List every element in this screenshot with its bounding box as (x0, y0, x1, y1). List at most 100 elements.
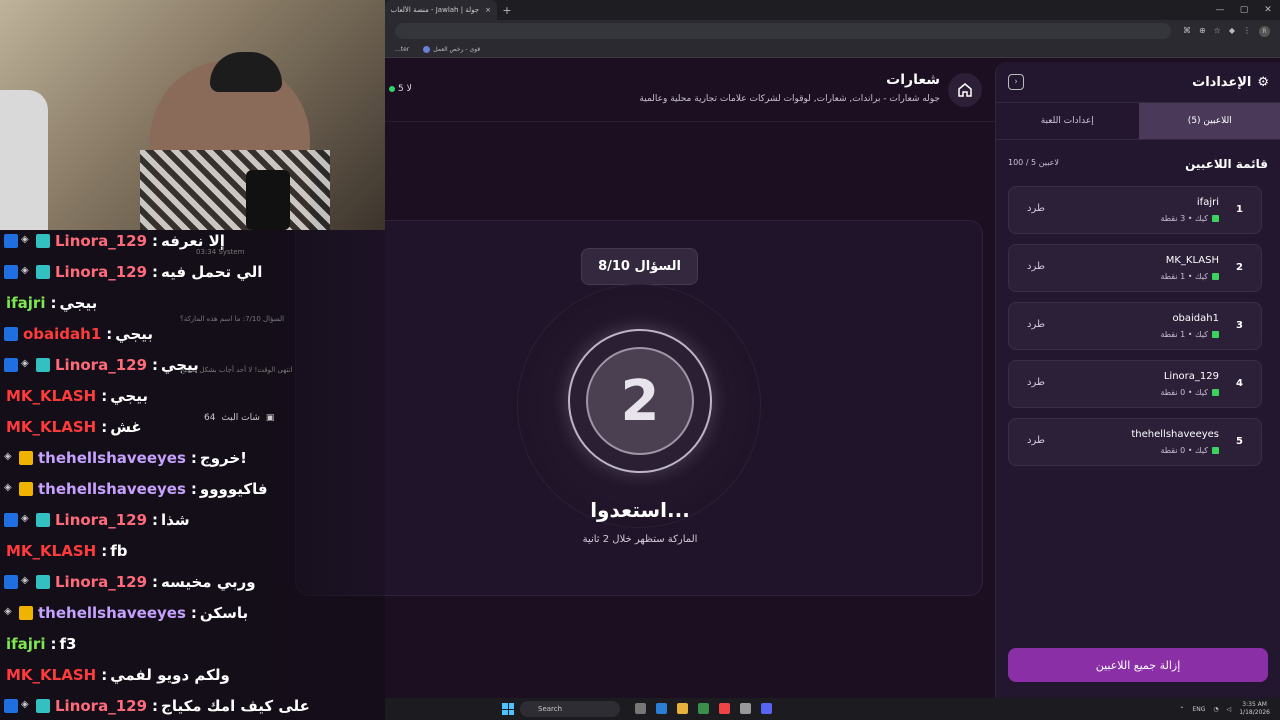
tray-chevron-icon[interactable]: ⌃ (1179, 706, 1184, 713)
kick-button[interactable]: طرد (1027, 261, 1045, 272)
chat-username[interactable]: Linora_129 (55, 356, 147, 374)
shield-badge-icon: ◈ (21, 699, 29, 710)
chat-separator: : (106, 325, 113, 343)
chat-separator: : (101, 418, 108, 436)
chat-username[interactable]: obaidah1 (23, 325, 101, 343)
chat-separator: : (152, 697, 159, 715)
player-row: 5 thehellshaveeyes كيك • 0 نقطة طرد (1008, 418, 1262, 466)
blue-badge-icon (4, 234, 18, 248)
browser-tab[interactable]: جولة | Jawlah - منصة الألعاب الت × (385, 0, 497, 20)
mod-badge-icon (36, 358, 50, 372)
discord-icon[interactable] (761, 703, 772, 714)
chat-separator: : (101, 387, 108, 405)
tab-close-icon[interactable]: × (485, 6, 491, 14)
webcam-microphone (246, 170, 290, 230)
shield-badge-icon: ◈ (21, 575, 29, 586)
chat-username[interactable]: Linora_129 (55, 697, 147, 715)
chat-message: ◈ thehellshaveeyes: فاكيوووو (4, 476, 268, 502)
taskbar-search[interactable]: Search (520, 701, 620, 717)
chat-username[interactable]: MK_KLASH (6, 666, 96, 684)
shield-badge-icon: ◈ (4, 606, 12, 617)
player-meta: كيك • 0 نقطة (1160, 388, 1219, 397)
chat-username[interactable]: Linora_129 (55, 511, 147, 529)
player-row: 3 obaidah1 كيك • 1 نقطة طرد (1008, 302, 1262, 350)
kick-button[interactable]: طرد (1027, 435, 1045, 446)
panel-tabs: إعدادات اللعبة اللاعبين (5) (996, 102, 1280, 140)
blue-badge-icon (4, 358, 18, 372)
tab-game-settings[interactable]: إعدادات اللعبة (996, 103, 1139, 139)
player-row: 2 MK_KLASH كيك • 1 نقطة طرد (1008, 244, 1262, 292)
webcam-scarf (140, 150, 330, 230)
blue-badge-icon (4, 699, 18, 713)
shield-badge-icon: ◈ (21, 513, 29, 524)
home-button[interactable] (948, 73, 982, 107)
gear-icon: ⚙ (1257, 74, 1269, 90)
countdown-number: 2 (586, 347, 694, 455)
chat-username[interactable]: thehellshaveeyes (38, 604, 186, 622)
minimize-icon[interactable]: — (1208, 5, 1232, 15)
address-input[interactable] (395, 23, 1171, 39)
chat-username[interactable]: ifajri (6, 635, 45, 653)
ready-subtext: الماركة ستظهر خلال 2 ثانية (582, 534, 698, 545)
kick-button[interactable]: طرد (1027, 203, 1045, 214)
profile-avatar[interactable]: R (1259, 25, 1270, 37)
chat-username[interactable]: MK_KLASH (6, 387, 96, 405)
close-window-icon[interactable]: ✕ (1256, 5, 1280, 15)
chat-separator: : (152, 511, 159, 529)
player-name: ifajri (1196, 197, 1219, 208)
windows-start-icon[interactable] (502, 703, 514, 715)
players-count: 100 / 5 لاعبين (1008, 158, 1059, 167)
file-explorer-icon[interactable] (677, 703, 688, 714)
tab-players[interactable]: اللاعبين (5) (1138, 103, 1280, 139)
player-name: MK_KLASH (1165, 255, 1219, 266)
chat-username[interactable]: Linora_129 (55, 263, 147, 281)
extension-icon[interactable]: ◆ (1229, 26, 1235, 37)
player-meta: كيك • 3 نقطة (1160, 214, 1219, 223)
chat-username[interactable]: Linora_129 (55, 232, 147, 250)
chat-message: MK_KLASH: غش (4, 414, 142, 440)
zoom-icon[interactable]: ⊕ (1199, 26, 1206, 37)
chat-username[interactable]: MK_KLASH (6, 418, 96, 436)
chat-message: ◈ Linora_129: إلا نعرفه (4, 228, 225, 254)
remove-all-players-button[interactable]: إزالة جميع اللاعبين (1008, 648, 1268, 682)
player-rank: 1 (1236, 204, 1243, 215)
chat-text: بيجي (115, 325, 154, 343)
kick-platform-icon (1212, 447, 1219, 454)
chat-username[interactable]: Linora_129 (55, 573, 147, 591)
translate-icon[interactable]: ⌘ (1183, 26, 1191, 37)
chat-username[interactable]: MK_KLASH (6, 542, 96, 560)
clock[interactable]: 3:35 AM 1/18/2026 (1239, 701, 1270, 717)
wifi-icon[interactable]: ◔ (1213, 706, 1218, 713)
chrome-icon[interactable] (719, 703, 730, 714)
webcam-cap (210, 52, 282, 92)
player-rank: 3 (1236, 320, 1243, 331)
chat-count-badge: 64 (204, 413, 216, 423)
chat-text: على كيف امك مكياج (161, 697, 310, 715)
kick-button[interactable]: طرد (1027, 319, 1045, 330)
chat-username[interactable]: thehellshaveeyes (38, 480, 186, 498)
collapse-panel-icon[interactable]: › (1008, 74, 1024, 90)
bookmark-item[interactable]: ...ter (395, 46, 409, 53)
player-name: thehellshaveeyes (1131, 429, 1219, 440)
kick-button[interactable]: طرد (1027, 377, 1045, 388)
chat-username[interactable]: ifajri (6, 294, 45, 312)
volume-icon[interactable]: ◁ (1227, 706, 1232, 713)
kick-platform-icon (1212, 273, 1219, 280)
chat-username[interactable]: thehellshaveeyes (38, 449, 186, 467)
menu-icon[interactable]: ⋮ (1243, 26, 1251, 37)
task-view-icon[interactable] (635, 703, 646, 714)
chat-text: وربي مخيسه (161, 573, 256, 591)
new-tab-button[interactable]: + (497, 4, 517, 17)
address-bar-row: ⌘ ⊕ ☆ ◆ ⋮ R (385, 20, 1280, 42)
store-icon[interactable] (698, 703, 709, 714)
bookmark-item[interactable]: قوى - رخص العمل (423, 46, 480, 53)
blue-badge-icon (4, 265, 18, 279)
app-icon[interactable] (740, 703, 751, 714)
bookmark-star-icon[interactable]: ☆ (1214, 26, 1221, 37)
chat-bubble-icon: ▣ (265, 413, 275, 423)
chat-message: ◈ Linora_129: وربي مخيسه (4, 569, 256, 595)
game-header: 5 لا شعارات جوله شعارات - براندات, شعارا… (385, 58, 995, 122)
maximize-icon[interactable]: ▢ (1232, 5, 1256, 15)
copilot-icon[interactable] (656, 703, 667, 714)
language-indicator[interactable]: ENG (1192, 706, 1205, 713)
